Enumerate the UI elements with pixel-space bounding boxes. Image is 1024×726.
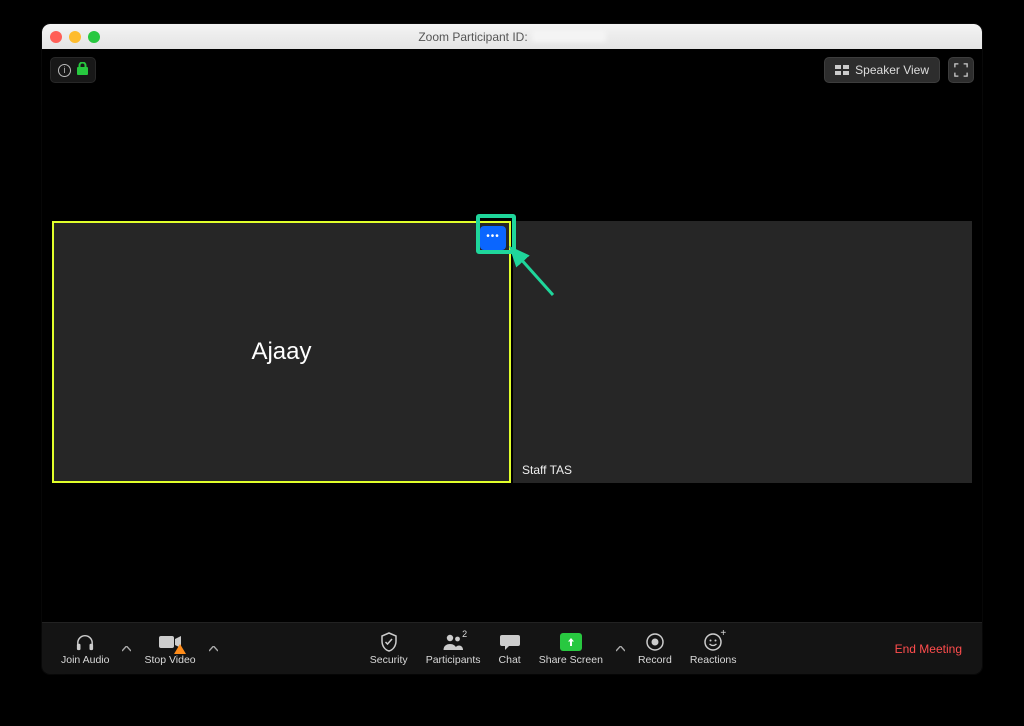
fullscreen-icon (954, 63, 968, 77)
join-audio-button[interactable]: Join Audio (52, 626, 118, 672)
end-meeting-label: End Meeting (895, 642, 962, 656)
chevron-up-icon (122, 646, 131, 652)
headphones-icon (75, 632, 95, 652)
window-title-text: Zoom Participant ID: (418, 30, 527, 44)
shield-icon (380, 632, 398, 652)
tile-options-button[interactable]: ••• (480, 226, 506, 250)
encryption-lock-icon (77, 62, 88, 78)
meeting-content: i Speaker View Ajaay (42, 49, 982, 622)
chevron-up-icon (209, 646, 218, 652)
chevron-up-icon (616, 646, 625, 652)
video-tile-main[interactable]: Ajaay ••• (52, 221, 511, 483)
fullscreen-button[interactable] (948, 57, 974, 83)
stop-video-button[interactable]: Stop Video (135, 626, 204, 672)
reactions-label: Reactions (690, 654, 737, 666)
chat-icon (500, 632, 520, 652)
chat-label: Chat (499, 654, 521, 666)
reactions-icon: + (704, 632, 722, 652)
speaker-view-button[interactable]: Speaker View (824, 57, 940, 83)
share-screen-button[interactable]: Share Screen (530, 626, 612, 672)
app-window: Zoom Participant ID: i Speaker View (42, 24, 982, 674)
more-icon: ••• (486, 231, 500, 242)
share-screen-label: Share Screen (539, 654, 603, 666)
participants-label: Participants (426, 654, 481, 666)
warning-icon (174, 644, 186, 654)
stop-video-chevron[interactable] (205, 626, 222, 672)
info-icon: i (58, 64, 71, 77)
meeting-info-group[interactable]: i (50, 57, 96, 83)
participants-icon: 2 (442, 632, 464, 652)
tile-main-name: Ajaay (52, 221, 511, 483)
tile-second-name: Staff TAS (517, 461, 577, 479)
chat-button[interactable]: Chat (490, 626, 530, 672)
participant-id-blur (532, 30, 606, 42)
plus-badge-icon: + (720, 628, 726, 639)
record-button[interactable]: Record (629, 626, 681, 672)
end-meeting-button[interactable]: End Meeting (885, 642, 972, 656)
record-label: Record (638, 654, 672, 666)
security-button[interactable]: Security (361, 626, 417, 672)
video-icon (158, 632, 182, 652)
top-overlay: i Speaker View (50, 57, 974, 83)
window-titlebar: Zoom Participant ID: (42, 24, 982, 49)
participants-count-badge: 2 (462, 629, 467, 639)
record-icon (646, 632, 664, 652)
reactions-button[interactable]: + Reactions (681, 626, 746, 672)
share-screen-icon (560, 632, 582, 652)
top-right-controls: Speaker View (824, 57, 974, 83)
stop-video-label: Stop Video (144, 654, 195, 666)
join-audio-chevron[interactable] (118, 626, 135, 672)
meeting-toolbar: Join Audio Stop Video Security 2 (42, 622, 982, 674)
video-tile-second[interactable]: Staff TAS (513, 221, 972, 483)
video-tiles: Ajaay ••• Staff (52, 221, 972, 483)
participants-button[interactable]: 2 Participants (417, 626, 490, 672)
gallery-icon (835, 65, 849, 75)
window-title: Zoom Participant ID: (42, 30, 982, 44)
join-audio-label: Join Audio (61, 654, 109, 666)
share-screen-chevron[interactable] (612, 626, 629, 672)
speaker-view-label: Speaker View (855, 63, 929, 77)
security-label: Security (370, 654, 408, 666)
